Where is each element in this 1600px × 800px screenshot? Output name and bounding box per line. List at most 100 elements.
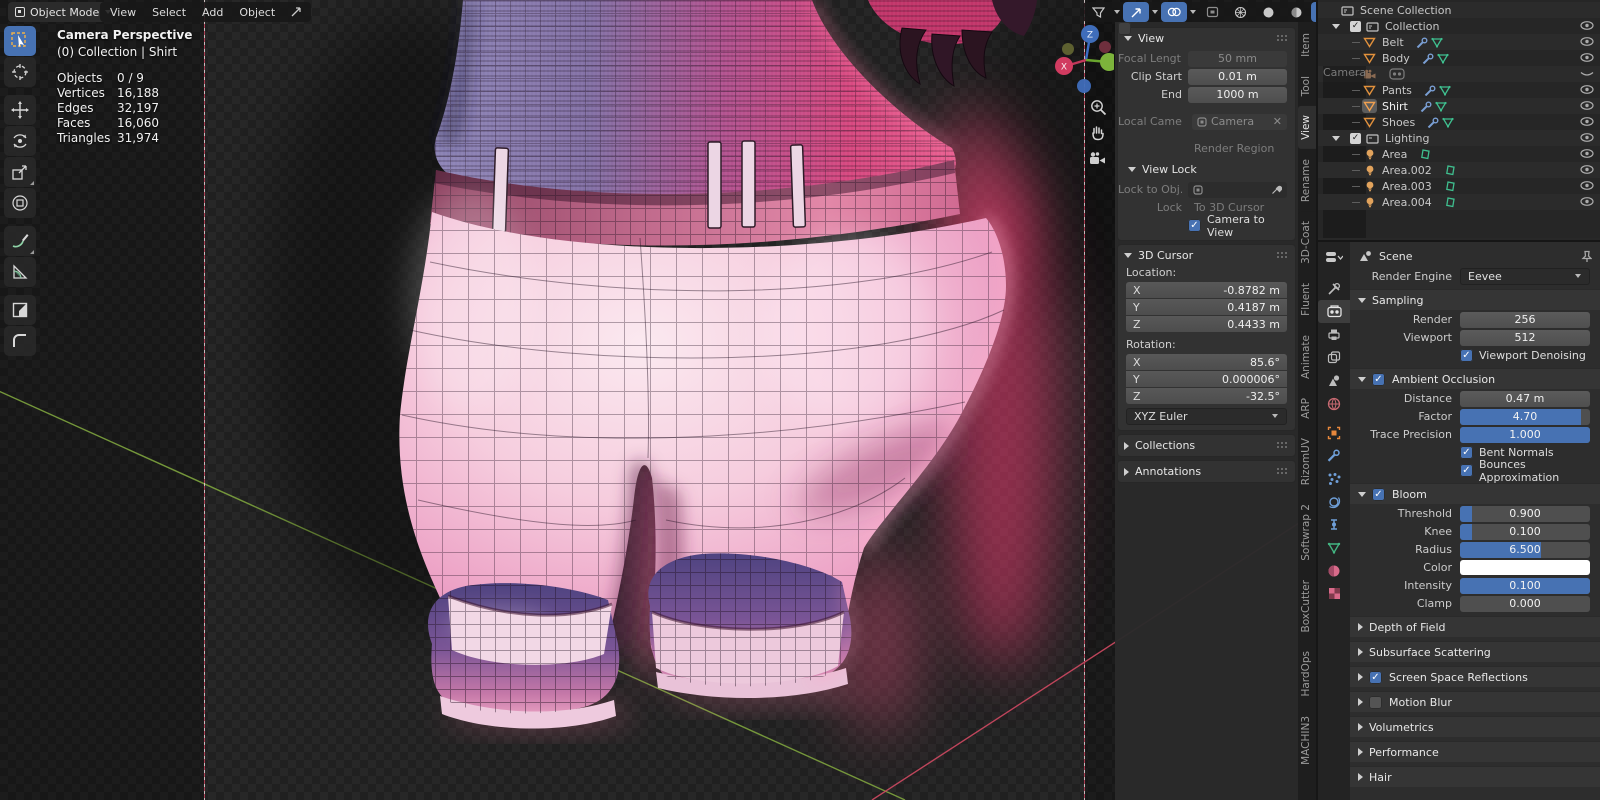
tab-world-properties[interactable]: [1318, 392, 1350, 415]
ambient-occlusion-panel-header[interactable]: ✓ Ambient Occlusion: [1350, 368, 1600, 389]
eye-open-icon[interactable]: [1580, 116, 1594, 129]
tab-fluent[interactable]: Fluent: [1298, 274, 1316, 326]
collection-checkbox[interactable]: ✓: [1350, 132, 1361, 144]
editor-type-dropdown[interactable]: [1318, 246, 1350, 269]
viewport-3d[interactable]: Object Mode View Select Add Object Camer…: [0, 0, 1316, 800]
tab-particle-properties[interactable]: [1318, 467, 1350, 490]
sampling-panel-header[interactable]: Sampling: [1350, 289, 1600, 310]
ao-factor-slider[interactable]: 4.70: [1460, 408, 1590, 425]
tab-boxcutter[interactable]: BoxCutter: [1298, 570, 1316, 642]
tool-corner[interactable]: [4, 326, 36, 356]
tab-render-properties[interactable]: [1318, 300, 1350, 323]
cursor-rotation-z[interactable]: Z -32.5°: [1126, 388, 1287, 404]
axis-neg-z-ball[interactable]: [1077, 79, 1091, 93]
tab-3d-coat[interactable]: 3D-Coat: [1298, 212, 1316, 274]
tool-scale[interactable]: [4, 157, 36, 187]
cursor-rotation-x[interactable]: X 85.6°: [1126, 354, 1287, 370]
tab-material-properties[interactable]: [1318, 559, 1350, 582]
clip-end-field[interactable]: 1000 m: [1188, 86, 1287, 103]
outliner-row-pants[interactable]: Pants: [1318, 82, 1600, 98]
eye-open-icon[interactable]: [1580, 36, 1594, 49]
eye-open-icon[interactable]: [1580, 84, 1594, 97]
tool-add-cube[interactable]: [4, 295, 36, 325]
axis-neg-y-ball[interactable]: [1062, 43, 1074, 55]
tab-rizomuv[interactable]: RizomUV: [1298, 428, 1316, 495]
eye-open-icon[interactable]: [1580, 132, 1594, 145]
bloom-panel-header[interactable]: ✓ Bloom: [1350, 483, 1600, 504]
shirt-mesh[interactable]: [434, 0, 956, 207]
menu-select[interactable]: Select: [144, 6, 194, 19]
eyedropper-icon[interactable]: [1271, 184, 1282, 195]
tab-texture-properties[interactable]: [1318, 582, 1350, 605]
tool-annotate[interactable]: [4, 226, 36, 256]
bloom-knee-slider[interactable]: 0.100: [1460, 523, 1590, 540]
collection-checkbox[interactable]: ✓: [1350, 20, 1361, 32]
cursor-location-z[interactable]: Z 0.4433 m: [1126, 316, 1287, 332]
tab-rename[interactable]: Rename: [1298, 150, 1316, 212]
focal-length-field[interactable]: 50 mm: [1188, 50, 1287, 67]
outliner-row-camera[interactable]: Camera: [1318, 66, 1600, 238]
tab-softwrap[interactable]: Softwrap 2: [1298, 495, 1316, 570]
overlays-toggle-icon[interactable]: [1161, 2, 1187, 22]
view-lock-subpanel-header[interactable]: View Lock: [1120, 159, 1293, 179]
tab-scene-properties[interactable]: [1318, 369, 1350, 392]
bloom-intensity-slider[interactable]: 0.100: [1460, 577, 1590, 594]
bounces-approx-checkbox[interactable]: ✓: [1460, 464, 1473, 477]
outliner-row-collection[interactable]: ✓ Collection: [1318, 18, 1600, 34]
bloom-color-swatch[interactable]: [1460, 560, 1590, 575]
menu-view[interactable]: View: [102, 6, 144, 19]
tab-tool-properties[interactable]: [1318, 277, 1350, 300]
performance-panel-header[interactable]: Performance: [1350, 741, 1600, 762]
tab-tool[interactable]: Tool: [1298, 66, 1316, 106]
drag-dots-icon[interactable]: [1276, 251, 1289, 260]
tab-item[interactable]: Item: [1298, 24, 1316, 66]
camera-object-chip[interactable]: Camera ✕: [1192, 113, 1287, 130]
navigation-gizmo[interactable]: Z X: [1048, 20, 1118, 103]
tab-machin3[interactable]: MACHIN3: [1298, 706, 1316, 774]
bent-normals-checkbox[interactable]: ✓: [1460, 446, 1473, 459]
lock-to-object-field[interactable]: [1188, 181, 1287, 198]
screen-space-reflections-panel-header[interactable]: ✓ Screen Space Reflections: [1350, 666, 1600, 687]
collapse-icon[interactable]: [1332, 135, 1340, 141]
tab-viewlayer-properties[interactable]: [1318, 346, 1350, 369]
eye-open-icon[interactable]: [1580, 148, 1594, 161]
eye-open-icon[interactable]: [1580, 180, 1594, 193]
collections-panel-header[interactable]: Collections: [1118, 435, 1295, 456]
shading-material-icon[interactable]: [1283, 2, 1309, 22]
eye-open-icon[interactable]: [1580, 52, 1594, 65]
tab-modifier-properties[interactable]: [1318, 444, 1350, 467]
lock-3d-cursor-checkbox[interactable]: [1118, 22, 1131, 35]
ao-trace-precision-slider[interactable]: 1.000: [1460, 426, 1590, 443]
gizmo-toggle-icon[interactable]: [1123, 2, 1149, 22]
outliner-row-belt[interactable]: Belt: [1318, 34, 1600, 50]
outliner-row-area-003[interactable]: Area.003: [1318, 178, 1600, 194]
outliner-row-shirt[interactable]: Shirt: [1318, 98, 1600, 114]
bloom-threshold-slider[interactable]: 0.900: [1460, 505, 1590, 522]
cursor-location-y[interactable]: Y 0.4187 m: [1126, 299, 1287, 315]
volumetrics-panel-header[interactable]: Volumetrics: [1350, 716, 1600, 737]
tool-move[interactable]: [4, 95, 36, 125]
tool-cursor-3d[interactable]: [4, 57, 36, 87]
outliner-row-area-002[interactable]: Area.002: [1318, 162, 1600, 178]
hair-panel-header[interactable]: Hair: [1350, 766, 1600, 787]
shading-solid-icon[interactable]: [1255, 2, 1281, 22]
tool-transform[interactable]: [4, 188, 36, 218]
tab-physics-properties[interactable]: [1318, 490, 1350, 513]
chevron-down-icon[interactable]: [1189, 9, 1197, 15]
ssr-checkbox[interactable]: ✓: [1369, 670, 1382, 684]
tab-hardops[interactable]: HardOps: [1298, 642, 1316, 706]
camera-to-view-checkbox[interactable]: ✓: [1188, 219, 1201, 232]
zoom-tool-icon[interactable]: [1087, 96, 1109, 118]
camera-view-icon[interactable]: [1087, 148, 1109, 170]
subsurface-scattering-panel-header[interactable]: Subsurface Scattering: [1350, 641, 1600, 662]
cursor-location-x[interactable]: X -0.8782 m: [1126, 282, 1287, 298]
view-panel-header[interactable]: View: [1118, 28, 1295, 49]
pin-icon[interactable]: [1580, 250, 1592, 263]
eye-closed-icon[interactable]: [1580, 68, 1594, 81]
eye-open-icon[interactable]: [1580, 100, 1594, 113]
outliner-row-shoes[interactable]: Shoes: [1318, 114, 1600, 130]
bloom-radius-slider[interactable]: 6.500: [1460, 541, 1590, 558]
tab-object-properties[interactable]: [1318, 421, 1350, 444]
cursor-rotation-y[interactable]: Y 0.000006°: [1126, 371, 1287, 387]
drag-dots-icon[interactable]: [1276, 34, 1289, 43]
